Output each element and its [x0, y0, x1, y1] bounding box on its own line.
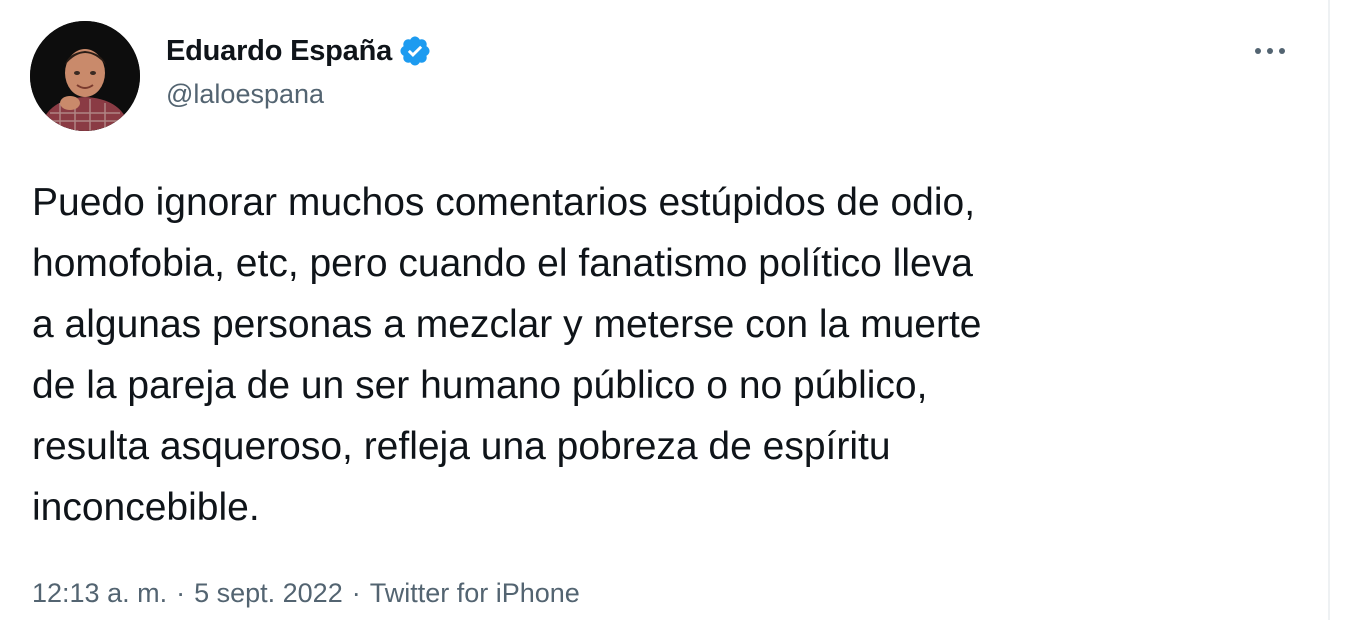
profile-photo-icon	[30, 21, 140, 131]
tweet-header: Eduardo España @laloespana	[166, 30, 432, 110]
tweet-source[interactable]: Twitter for iPhone	[370, 578, 580, 609]
name-row: Eduardo España	[166, 30, 432, 72]
display-name[interactable]: Eduardo España	[166, 35, 392, 68]
verified-badge-icon	[398, 34, 432, 68]
tweet-card: Eduardo España @laloespana Puedo ignorar…	[0, 0, 1330, 620]
meta-separator: ·	[351, 578, 361, 608]
avatar[interactable]	[30, 21, 140, 131]
user-handle[interactable]: @laloespana	[166, 79, 432, 110]
tweet-text: Puedo ignorar muchos comentarios estúpid…	[32, 181, 982, 529]
more-options-icon[interactable]	[1250, 36, 1290, 66]
tweet-time[interactable]: 12:13 a. m.	[32, 578, 167, 609]
tweet-metadata: 12:13 a. m. · 5 sept. 2022 · Twitter for…	[32, 578, 580, 609]
tweet-date[interactable]: 5 sept. 2022	[194, 578, 343, 609]
card-divider	[1328, 0, 1330, 620]
meta-separator: ·	[176, 578, 186, 608]
